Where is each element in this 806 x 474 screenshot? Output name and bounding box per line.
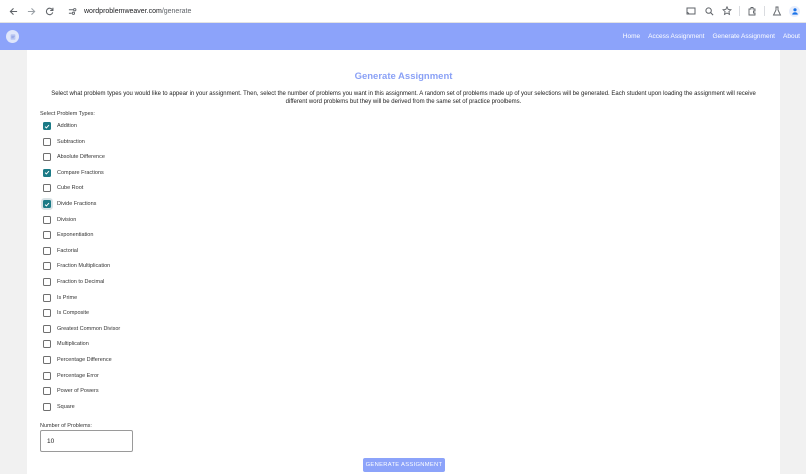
cast-icon[interactable] <box>685 5 697 17</box>
problem-type-label: Fraction Multiplication <box>57 263 111 270</box>
problem-type-label: Percentage Difference <box>57 357 112 363</box>
checkmark-icon <box>44 202 50 207</box>
nav-access-assignment-link[interactable]: Access Assignment <box>648 33 704 40</box>
problem-type-checkbox[interactable] <box>43 137 51 146</box>
problem-type-row[interactable]: Division <box>43 215 76 225</box>
problem-type-row[interactable]: Fraction Multiplication <box>43 261 110 271</box>
problem-type-row[interactable]: Factorial <box>43 246 78 256</box>
problem-type-checkbox[interactable] <box>43 356 51 364</box>
problem-type-label: Is Composite <box>57 310 90 317</box>
problem-type-row[interactable]: Fraction to Decimal <box>43 277 104 287</box>
problem-type-checkbox[interactable] <box>43 262 51 271</box>
problem-type-row[interactable]: Multiplication <box>43 339 89 349</box>
url-host: wordproblemweaver.com <box>84 7 162 15</box>
problem-type-row[interactable]: Cube Root <box>43 183 83 193</box>
problem-type-row[interactable]: Addition <box>43 121 77 131</box>
problem-type-checkbox[interactable] <box>43 153 51 162</box>
problem-type-row[interactable]: Subtraction <box>43 137 85 147</box>
problem-type-row[interactable]: Is Prime <box>43 293 77 303</box>
problem-type-label: Percentage Error <box>57 372 99 379</box>
problem-type-label: Cube Root <box>57 185 84 192</box>
problem-type-row[interactable]: Power of Powers <box>43 386 99 396</box>
main-nav: Home Access Assignment Generate Assignme… <box>615 33 800 40</box>
problem-type-label: Subtraction <box>57 138 85 145</box>
zoom-icon[interactable] <box>703 5 715 17</box>
number-of-problems-input[interactable]: 10 <box>40 430 133 452</box>
url-path: /generate <box>161 7 192 15</box>
problem-type-checkbox[interactable] <box>43 387 51 396</box>
forward-icon[interactable] <box>24 4 38 18</box>
problem-type-label: Division <box>57 216 77 223</box>
problem-type-row[interactable]: Compare Fractions <box>43 168 104 178</box>
problem-type-label: Exponentiation <box>57 232 94 239</box>
problem-type-checkbox[interactable] <box>43 215 51 224</box>
problem-type-label: Factorial <box>57 247 79 254</box>
problem-type-checkbox[interactable] <box>43 371 51 380</box>
problem-type-checkbox[interactable] <box>43 168 51 177</box>
browser-toolbar: wordproblemweaver.com/generate <box>0 0 806 23</box>
number-of-problems-label: Number of Problems: <box>40 423 92 429</box>
problem-type-label: Is Prime <box>57 294 78 301</box>
problem-type-label: Greatest Common Divisor <box>57 325 121 332</box>
problem-type-row[interactable]: Greatest Common Divisor <box>43 324 120 334</box>
problem-type-label: Multiplication <box>57 341 89 348</box>
bookmark-star-icon[interactable] <box>721 5 733 17</box>
page-title: Generate Assignment <box>354 71 453 82</box>
reload-icon[interactable] <box>42 4 56 18</box>
profile-icon[interactable] <box>789 5 800 17</box>
problem-type-label: Fraction to Decimal <box>57 279 105 285</box>
problem-type-label: Compare Fractions <box>57 169 104 176</box>
problem-type-row[interactable]: Square <box>43 402 75 412</box>
problem-type-row[interactable]: Divide Fractions <box>43 199 96 209</box>
problem-type-checkbox[interactable] <box>43 402 51 411</box>
checkmark-icon <box>44 171 50 175</box>
problem-type-checkbox[interactable] <box>43 122 51 130</box>
back-icon[interactable] <box>6 4 20 18</box>
nav-about-link[interactable]: About <box>783 33 800 40</box>
site-settings-icon[interactable] <box>66 5 78 17</box>
problem-types-label: Select Problem Types: <box>40 111 95 117</box>
problem-type-row[interactable]: Percentage Difference <box>43 355 112 365</box>
problem-type-row[interactable]: Absolute Difference <box>43 152 105 162</box>
problem-type-label: Divide Fractions <box>57 201 97 207</box>
problem-type-label: Square <box>57 403 75 410</box>
problem-type-checkbox[interactable] <box>43 309 51 318</box>
nav-generate-assignment-link[interactable]: Generate Assignment <box>712 33 775 40</box>
problem-type-label: Absolute Difference <box>57 154 105 161</box>
problem-type-checkbox[interactable] <box>43 246 51 255</box>
toolbar-divider <box>764 6 765 16</box>
extensions-icon[interactable] <box>746 5 758 17</box>
generate-form-card: Generate Assignment Select what problem … <box>27 50 780 474</box>
problem-type-checkbox[interactable] <box>43 293 51 302</box>
problem-type-checkbox[interactable] <box>43 340 51 349</box>
problem-type-row[interactable]: Exponentiation <box>43 230 93 240</box>
generate-assignment-button[interactable]: GENERATE ASSIGNMENT <box>363 458 445 472</box>
problem-type-checkbox[interactable] <box>43 200 51 208</box>
toolbar-divider <box>739 6 740 16</box>
problem-type-checkbox[interactable] <box>43 324 51 333</box>
checkmark-icon <box>44 124 50 129</box>
problem-type-label: Addition <box>57 123 77 129</box>
problem-type-row[interactable]: Percentage Error <box>43 371 99 381</box>
address-bar[interactable]: wordproblemweaver.com/generate <box>66 2 685 20</box>
nav-home-link[interactable]: Home <box>623 33 640 40</box>
problem-type-row[interactable]: Is Composite <box>43 308 89 318</box>
intro-text: Select what problem types you would like… <box>51 91 756 105</box>
problem-type-checkbox[interactable] <box>43 184 51 193</box>
site-logo-icon[interactable] <box>6 30 19 43</box>
problem-type-checkbox[interactable] <box>43 278 51 286</box>
problem-type-checkbox[interactable] <box>43 231 51 240</box>
labs-icon[interactable] <box>771 5 783 17</box>
problem-type-label: Power of Powers <box>57 388 99 395</box>
site-header: Home Access Assignment Generate Assignme… <box>0 23 806 50</box>
url-text: wordproblemweaver.com/generate <box>84 8 191 15</box>
